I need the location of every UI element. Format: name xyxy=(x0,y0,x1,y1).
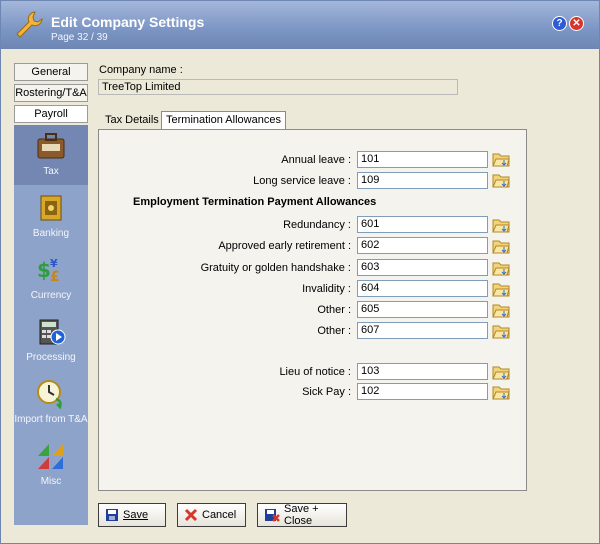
page-indicator: Page 32 / 39 xyxy=(51,32,108,43)
other-1-label: Other : xyxy=(317,304,351,316)
folder-open-icon[interactable] xyxy=(492,217,510,233)
nav-item-banking[interactable]: Banking xyxy=(14,187,88,247)
save-close-button[interactable]: Save + Close xyxy=(257,503,347,527)
sick-pay-field[interactable]: 102 xyxy=(357,383,488,400)
floppy-disk-icon xyxy=(106,509,118,521)
triangles-icon xyxy=(38,444,63,469)
tab-rostering[interactable]: Rostering/T&A xyxy=(14,84,88,102)
long-service-leave-field[interactable]: 109 xyxy=(357,172,488,189)
sick-pay-label: Sick Pay : xyxy=(302,386,351,398)
nav-item-processing[interactable]: Processing xyxy=(14,311,88,371)
safe-icon xyxy=(40,195,62,221)
close-button[interactable]: ✕ xyxy=(569,16,584,31)
tab-termination-allowances[interactable]: Termination Allowances xyxy=(161,111,286,130)
folder-open-icon[interactable] xyxy=(492,172,510,188)
folder-open-icon[interactable] xyxy=(492,323,510,339)
nav-label-processing: Processing xyxy=(26,352,76,363)
redundancy-label: Redundancy : xyxy=(283,219,351,231)
folder-open-icon[interactable] xyxy=(492,302,510,318)
folder-open-icon[interactable] xyxy=(492,281,510,297)
nav-label-import: Import from T&A xyxy=(14,414,88,425)
nav-label-currency: Currency xyxy=(30,290,72,301)
tax-briefcase-icon xyxy=(37,133,65,159)
nav-label-banking: Banking xyxy=(32,228,70,239)
nav-label-tax: Tax xyxy=(43,166,59,177)
etp-section-title: Employment Termination Payment Allowance… xyxy=(133,196,377,208)
other-1-field[interactable]: 605 xyxy=(357,301,488,318)
save-button[interactable]: Save xyxy=(98,503,166,527)
lieu-of-notice-label: Lieu of notice : xyxy=(279,366,351,378)
edit-company-settings-window: Edit Company Settings Page 32 / 39 ? ✕ G… xyxy=(0,0,600,544)
save-button-label: Save xyxy=(123,509,149,521)
left-navigation: General Rostering/T&A Payroll Tax Bankin… xyxy=(14,63,88,525)
early-retirement-label: Approved early retirement : xyxy=(218,240,351,252)
help-button[interactable]: ? xyxy=(552,16,567,31)
save-close-icon xyxy=(265,509,280,522)
svg-text:$: $ xyxy=(37,258,51,282)
currency-icon: $ ¥ £ xyxy=(37,257,60,285)
early-retirement-field[interactable]: 602 xyxy=(357,237,488,254)
long-service-leave-label: Long service leave : xyxy=(253,175,351,187)
redundancy-field[interactable]: 601 xyxy=(357,216,488,233)
window-title: Edit Company Settings xyxy=(51,14,205,30)
payroll-nav: Tax Banking $ ¥ £ Currency Processing Im… xyxy=(14,125,88,525)
annual-leave-label: Annual leave : xyxy=(281,154,351,166)
folder-open-icon[interactable] xyxy=(492,384,510,400)
invalidity-label: Invalidity : xyxy=(302,283,351,295)
tab-general[interactable]: General xyxy=(14,63,88,81)
nav-item-import[interactable]: Import from T&A xyxy=(14,373,88,433)
wrench-icon xyxy=(16,11,43,38)
title-bar: Edit Company Settings Page 32 / 39 ? ✕ xyxy=(1,1,599,49)
nav-label-misc: Misc xyxy=(40,476,62,487)
company-name-label: Company name : xyxy=(99,64,183,76)
cancel-button[interactable]: Cancel xyxy=(177,503,246,527)
folder-open-icon[interactable] xyxy=(492,260,510,276)
save-close-button-label: Save + Close xyxy=(284,503,319,527)
gratuity-label: Gratuity or golden handshake : xyxy=(200,262,351,274)
tab-tax-details[interactable]: Tax Details xyxy=(101,112,163,129)
svg-text:£: £ xyxy=(50,269,60,285)
calculator-icon xyxy=(39,319,66,345)
company-name-field[interactable]: TreeTop Limited xyxy=(98,79,458,95)
cancel-button-label: Cancel xyxy=(202,509,237,521)
nav-item-currency[interactable]: $ ¥ £ Currency xyxy=(14,249,88,309)
invalidity-field[interactable]: 604 xyxy=(357,280,488,297)
other-2-label: Other : xyxy=(317,325,351,337)
nav-item-tax[interactable]: Tax xyxy=(14,125,88,185)
annual-leave-field[interactable]: 101 xyxy=(357,151,488,168)
folder-open-icon[interactable] xyxy=(492,238,510,254)
nav-item-misc[interactable]: Misc xyxy=(14,435,88,495)
other-2-field[interactable]: 607 xyxy=(357,322,488,339)
tab-payroll[interactable]: Payroll xyxy=(14,105,88,123)
folder-open-icon[interactable] xyxy=(492,364,510,380)
red-x-icon xyxy=(184,508,198,522)
lieu-of-notice-field[interactable]: 103 xyxy=(357,363,488,380)
gratuity-field[interactable]: 603 xyxy=(357,259,488,276)
folder-open-icon[interactable] xyxy=(492,151,510,167)
clock-import-icon xyxy=(37,380,62,410)
